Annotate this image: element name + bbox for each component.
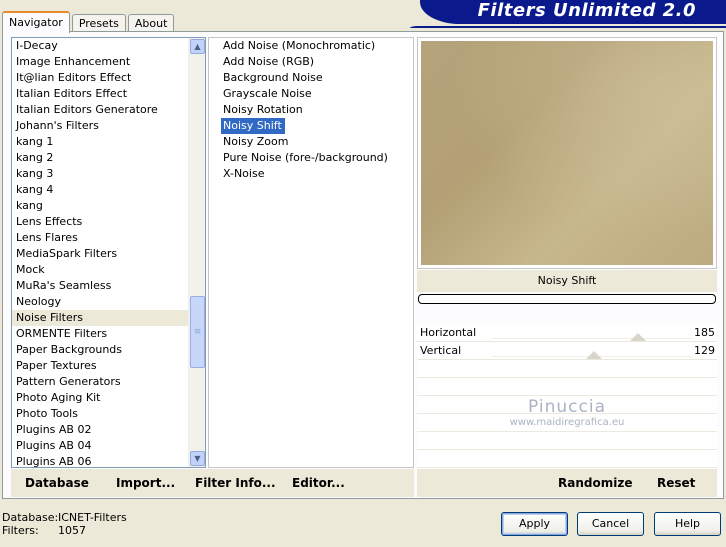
category-item[interactable]: MuRa's Seamless <box>12 278 190 294</box>
filter-item[interactable]: Background Noise <box>221 70 326 86</box>
arrow-down-icon: ▼ <box>194 454 201 463</box>
category-item[interactable]: It@lian Editors Effect <box>12 70 190 86</box>
category-item[interactable]: Lens Flares <box>12 230 190 246</box>
filter-item[interactable]: Pure Noise (fore-/background) <box>221 150 391 166</box>
param-value: 129 <box>694 344 715 357</box>
category-item[interactable]: MediaSpark Filters <box>12 246 190 262</box>
category-item[interactable]: Photo Aging Kit <box>12 390 190 406</box>
help-button[interactable]: Help <box>654 512 721 536</box>
category-item[interactable]: kang 3 <box>12 166 190 182</box>
param-slider-marker[interactable] <box>585 351 602 359</box>
category-item[interactable]: Italian Editors Generatore <box>12 102 190 118</box>
category-item[interactable]: Plugins AB 02 <box>12 422 190 438</box>
category-item[interactable]: Mock <box>12 262 190 278</box>
filter-list[interactable]: Add Noise (Monochromatic) Add Noise (RGB)… <box>208 37 414 468</box>
filters-label: Filters: <box>2 524 39 537</box>
param-horizontal[interactable]: Horizontal 185 <box>417 324 717 342</box>
param-empty-row <box>417 360 717 378</box>
category-item[interactable]: kang 2 <box>12 150 190 166</box>
arrow-up-icon: ▲ <box>194 42 201 51</box>
param-empty-row <box>417 432 717 450</box>
tab-bar: Navigator Presets About <box>2 10 176 33</box>
category-item[interactable]: Plugins AB 04 <box>12 438 190 454</box>
category-item[interactable]: kang 4 <box>12 182 190 198</box>
watermark: Pinuccia www.maidiregrafica.eu <box>417 397 717 429</box>
category-item[interactable]: ORMENTE Filters <box>12 326 190 342</box>
apply-button[interactable]: Apply <box>501 512 568 536</box>
category-item[interactable]: kang 1 <box>12 134 190 150</box>
category-item[interactable]: Lens Effects <box>12 214 190 230</box>
filter-item[interactable]: Grayscale Noise <box>221 86 315 102</box>
scroll-thumb[interactable]: ≡ <box>190 296 205 368</box>
database-button[interactable]: Database <box>25 476 89 490</box>
filter-items: Add Noise (Monochromatic) Add Noise (RGB)… <box>209 38 413 182</box>
banner-underline <box>410 26 726 28</box>
editor-button[interactable]: Editor... <box>292 476 345 490</box>
progress-bar <box>418 294 716 304</box>
category-item[interactable]: Johann's Filters <box>12 118 190 134</box>
category-item[interactable]: Neology <box>12 294 190 310</box>
left-action-bar: Database Import... Filter Info... Editor… <box>11 469 414 497</box>
tab-presets[interactable]: Presets <box>71 14 126 32</box>
scroll-up-button[interactable]: ▲ <box>190 39 205 54</box>
category-item[interactable]: Paper Textures <box>12 358 190 374</box>
filter-item[interactable]: Add Noise (RGB) <box>221 54 317 70</box>
category-item[interactable]: Noise Filters <box>12 310 190 326</box>
category-item[interactable]: Pattern Generators <box>12 374 190 390</box>
app-title: Filters Unlimited 2.0 <box>477 0 696 21</box>
watermark-url: www.maidiregrafica.eu <box>509 417 625 428</box>
category-items: I-Decay Image Enhancement It@lian Editors … <box>12 38 190 467</box>
category-item[interactable]: Paper Backgrounds <box>12 342 190 358</box>
filter-item[interactable]: Noisy Shift <box>221 118 285 134</box>
filter-item[interactable]: Noisy Zoom <box>221 134 291 150</box>
param-empty-row <box>417 450 717 468</box>
preview-frame <box>417 37 717 269</box>
param-label: Vertical <box>420 344 462 357</box>
watermark-name: Pinuccia <box>528 397 606 417</box>
tab-navigator[interactable]: Navigator <box>2 11 70 33</box>
param-vertical[interactable]: Vertical 129 <box>417 342 717 360</box>
navigator-panel: I-Decay Image Enhancement It@lian Editors … <box>2 31 724 499</box>
selected-filter-name: Noisy Shift <box>417 270 717 292</box>
category-item[interactable]: Image Enhancement <box>12 54 190 70</box>
param-slider-marker[interactable] <box>629 333 646 341</box>
category-item[interactable]: kang <box>12 198 190 214</box>
scroll-down-button[interactable]: ▼ <box>190 451 205 466</box>
category-item[interactable]: Italian Editors Effect <box>12 86 190 102</box>
category-item[interactable]: Photo Tools <box>12 406 190 422</box>
parameter-list: Horizontal 185 Vertical 129 <box>417 324 717 468</box>
filter-item[interactable]: Noisy Rotation <box>221 102 306 118</box>
right-action-bar: Randomize Reset <box>417 469 717 497</box>
filter-info-button[interactable]: Filter Info... <box>195 476 276 490</box>
database-value: ICNET-Filters <box>58 511 127 524</box>
param-empty-row <box>417 378 717 396</box>
param-label: Horizontal <box>420 326 477 339</box>
tab-about[interactable]: About <box>127 14 175 32</box>
category-item[interactable]: Plugins AB 06 <box>12 454 190 467</box>
import-button[interactable]: Import... <box>116 476 175 490</box>
category-list[interactable]: I-Decay Image Enhancement It@lian Editors … <box>11 37 206 468</box>
param-slider-track[interactable] <box>492 338 693 339</box>
reset-button[interactable]: Reset <box>657 476 695 490</box>
database-label: Database: <box>2 511 59 524</box>
category-scrollbar[interactable]: ▲ ≡ ▼ <box>188 38 205 467</box>
cancel-button[interactable]: Cancel <box>577 512 644 536</box>
filter-item[interactable]: X-Noise <box>221 166 267 182</box>
randomize-button[interactable]: Randomize <box>558 476 632 490</box>
filter-item[interactable]: Add Noise (Monochromatic) <box>221 38 378 54</box>
category-item[interactable]: I-Decay <box>12 38 190 54</box>
filters-count: 1057 <box>58 524 86 537</box>
title-banner: Filters Unlimited 2.0 <box>420 0 726 24</box>
preview-image <box>421 41 713 265</box>
status-info: Database: ICNET-Filters Filters: 1057 <box>2 511 127 537</box>
param-value: 185 <box>694 326 715 339</box>
